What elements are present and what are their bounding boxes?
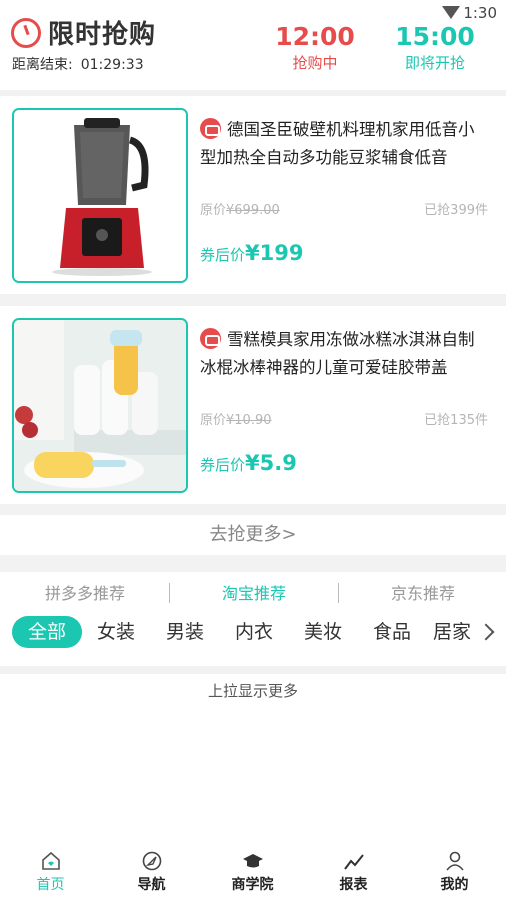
category-men[interactable]: 男装 xyxy=(157,616,213,648)
time-slot-active[interactable]: 12:00 抢购中 xyxy=(260,22,370,73)
bottom-tab-bar: 首页 导航 商学院 报表 我的 xyxy=(0,848,506,900)
slot-time: 15:00 xyxy=(395,22,475,51)
product-card[interactable]: 雪糕模具家用冻做冰糕冰淇淋自制冰棍冰棒神器的儿童可爱硅胶带盖 原价¥10.90 … xyxy=(0,306,506,504)
product-name: 德国圣臣破壁机料理机家用低音小型加热全自动多功能豆浆辅食低音 xyxy=(200,118,475,167)
more-deals-link[interactable]: 去抢更多> xyxy=(0,515,506,555)
category-bar: 全部 女装 男装 内衣 美妆 食品 居家 xyxy=(0,612,506,658)
divider xyxy=(0,555,506,572)
graduation-cap-icon xyxy=(242,850,264,872)
coupon-price: 券后价¥5.9 xyxy=(200,451,297,475)
tmall-icon xyxy=(200,328,221,349)
sold-count: 已抢135件 xyxy=(424,413,488,428)
product-card[interactable]: 德国圣臣破壁机料理机家用低音小型加热全自动多功能豆浆辅食低音 原价¥699.00… xyxy=(0,96,506,294)
countdown: 距离结束: 01:29:33 xyxy=(12,54,144,74)
tab-navigation[interactable]: 导航 xyxy=(101,850,202,894)
sold-count: 已抢399件 xyxy=(424,203,488,218)
tab-home[interactable]: 首页 xyxy=(0,850,101,894)
tab-label: 报表 xyxy=(339,877,368,893)
original-price: 原价¥10.90 xyxy=(200,413,272,428)
slot-status: 即将开抢 xyxy=(404,54,465,72)
chart-icon xyxy=(343,850,365,872)
tab-profile[interactable]: 我的 xyxy=(404,850,505,894)
tab-label: 我的 xyxy=(440,877,469,893)
product-image xyxy=(12,108,188,283)
slot-status: 抢购中 xyxy=(292,54,338,72)
page-title: 限时抢购 xyxy=(48,20,157,50)
tab-label: 商学院 xyxy=(231,877,274,893)
countdown-label: 距离结束: xyxy=(12,57,73,73)
tab-pinduoduo[interactable]: 拼多多推荐 xyxy=(0,580,170,604)
tab-jd[interactable]: 京东推荐 xyxy=(338,580,506,604)
tab-academy[interactable]: 商学院 xyxy=(202,850,303,894)
divider xyxy=(0,666,506,674)
category-all[interactable]: 全部 xyxy=(12,616,82,648)
product-name: 雪糕模具家用冻做冰糕冰淇淋自制冰棍冰棒神器的儿童可爱硅胶带盖 xyxy=(200,328,475,377)
category-underwear[interactable]: 内衣 xyxy=(226,616,282,648)
tmall-icon xyxy=(200,118,221,139)
category-women[interactable]: 女装 xyxy=(88,616,144,648)
source-tabs: 拼多多推荐 淘宝推荐 京东推荐 xyxy=(0,572,506,612)
pull-up-hint: 上拉显示更多 xyxy=(207,682,298,700)
user-icon xyxy=(444,850,466,872)
home-icon xyxy=(40,850,62,872)
time-slot-upcoming[interactable]: 15:00 即将开抢 xyxy=(380,22,490,73)
tab-label: 导航 xyxy=(137,877,166,893)
category-beauty[interactable]: 美妆 xyxy=(295,616,351,648)
tab-taobao[interactable]: 淘宝推荐 xyxy=(169,580,339,604)
flash-sale-header: 限时抢购 距离结束: 01:29:33 12:00 抢购中 15:00 即将开抢 xyxy=(0,0,506,90)
compass-icon xyxy=(141,850,163,872)
slot-time: 12:00 xyxy=(275,22,355,51)
divider xyxy=(0,294,506,306)
category-home[interactable]: 居家 xyxy=(433,616,473,648)
countdown-value: 01:29:33 xyxy=(80,57,144,73)
coupon-price: 券后价¥199 xyxy=(200,241,304,265)
product-image xyxy=(12,318,188,493)
timer-icon xyxy=(11,18,41,48)
category-food[interactable]: 食品 xyxy=(364,616,420,648)
original-price: 原价¥699.00 xyxy=(200,203,280,218)
tab-label: 首页 xyxy=(36,877,65,893)
tab-reports[interactable]: 报表 xyxy=(303,850,404,894)
divider xyxy=(0,504,506,515)
